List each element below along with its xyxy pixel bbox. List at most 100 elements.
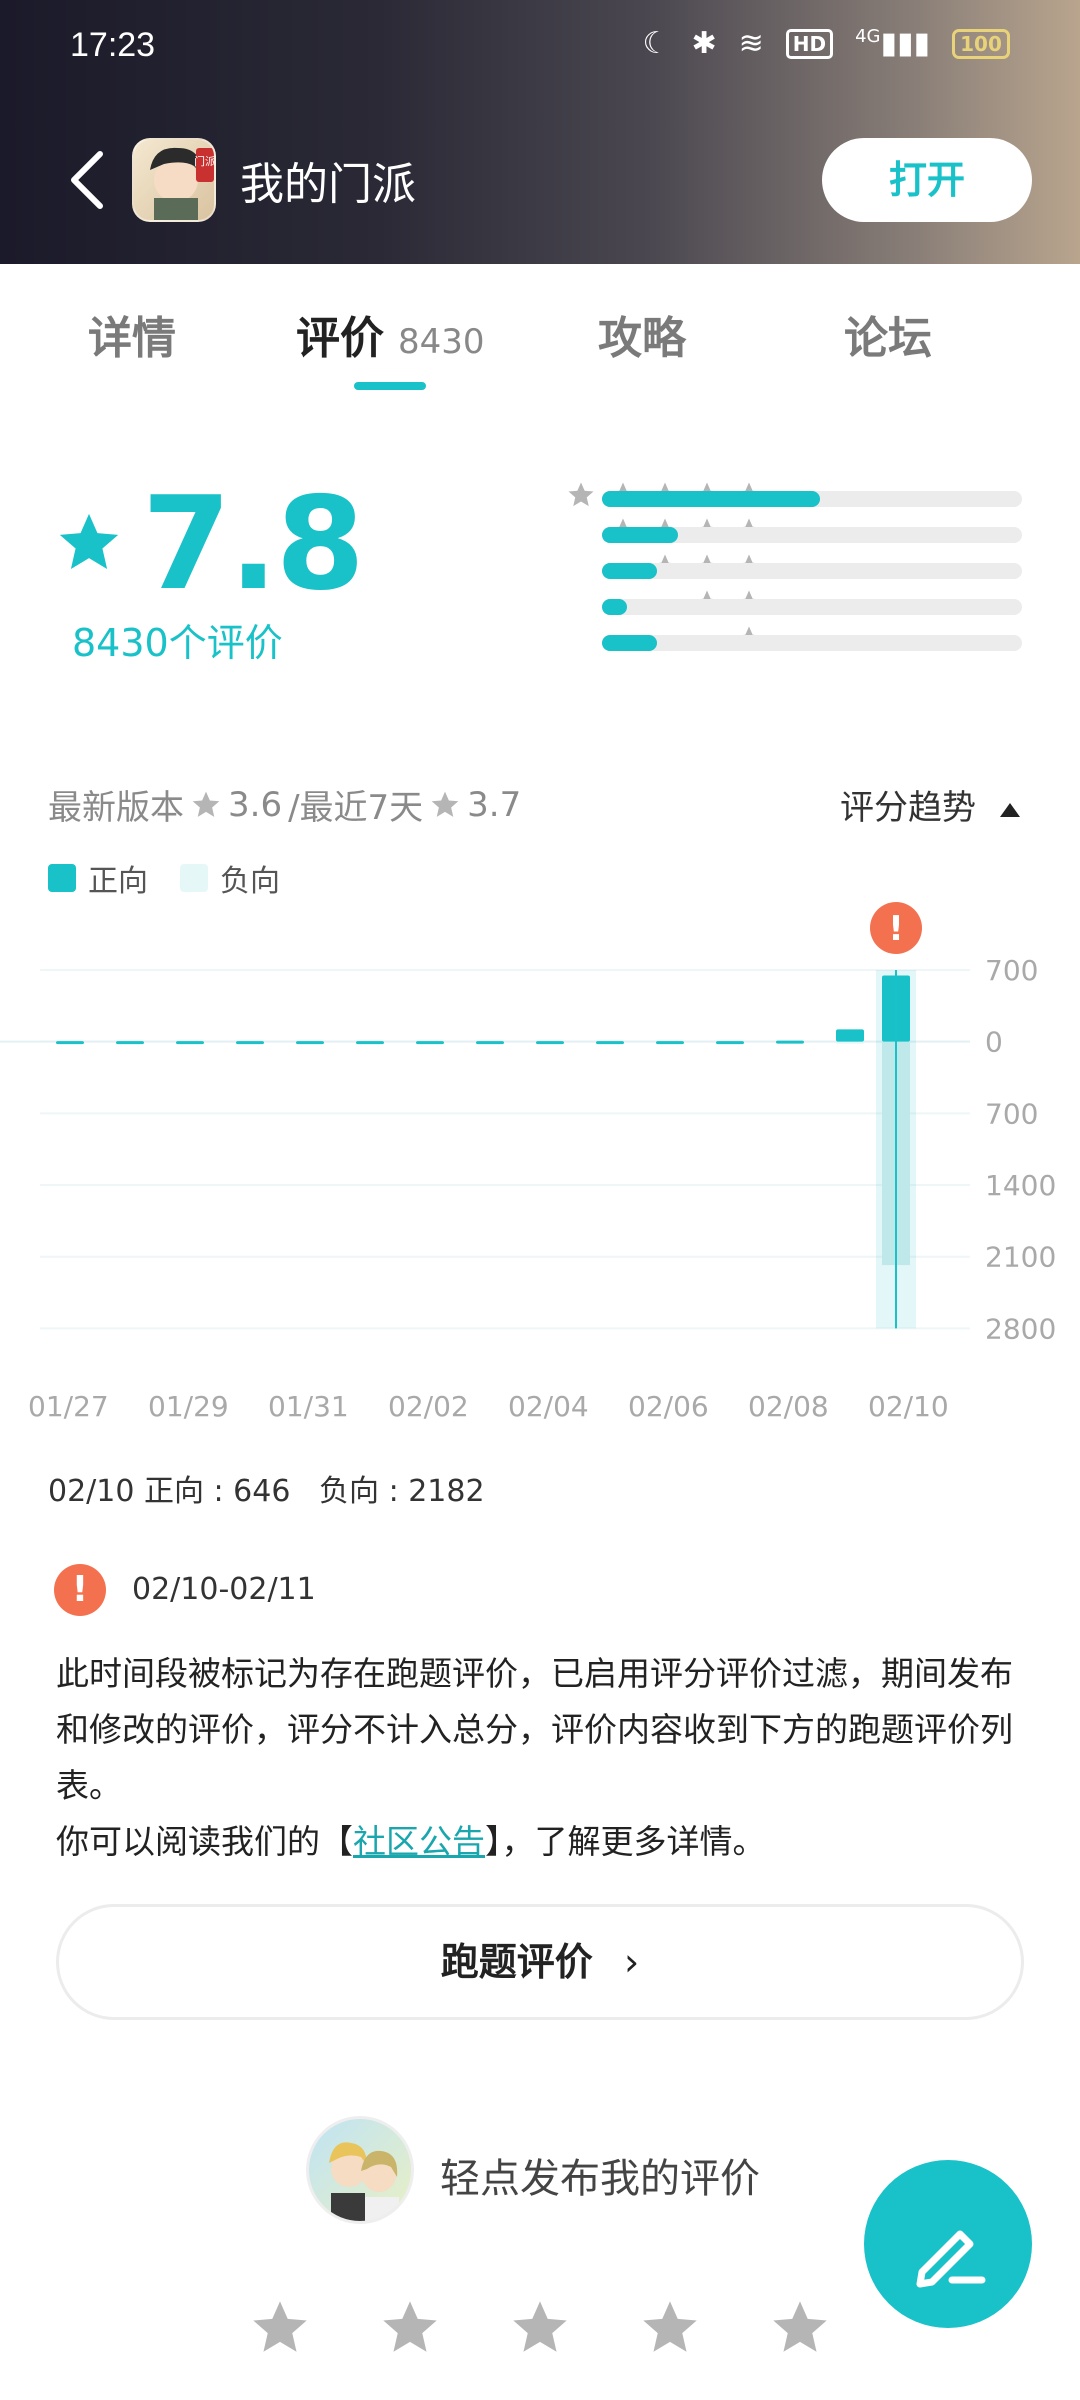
recent-score: 3.7 <box>467 784 522 825</box>
app-header: 17:23 ☾ ✱ ≋ HD 4G▮▮▮ 100 门派 我的门派 打开 <box>0 0 1080 264</box>
tab-bar: 详情 评价 8430 攻略 论坛 <box>0 264 1080 394</box>
status-icons: ☾ ✱ ≋ HD 4G▮▮▮ 100 <box>643 26 1010 61</box>
status-time: 17:23 <box>70 26 156 64</box>
notice-link-prefix: 你可以阅读我们的【 <box>56 1822 353 1861</box>
rate-star-4-icon[interactable] <box>638 2296 702 2360</box>
app-icon-text: 门派 <box>194 154 216 168</box>
tab-forum[interactable]: 论坛 <box>844 302 932 366</box>
positive-bar <box>116 1041 144 1045</box>
tab-reviews-label: 评价 <box>296 313 384 364</box>
y-tick-label: 700 <box>985 954 1038 987</box>
positive-bar <box>56 1041 84 1045</box>
score-star-icon <box>59 513 119 569</box>
rating-count: 8430个评价 <box>72 621 283 665</box>
distribution-bar-fill <box>602 527 678 543</box>
moon-icon: ☾ <box>642 26 670 61</box>
legend-positive-label: 正向 <box>88 864 148 899</box>
community-announcement-link[interactable]: 社区公告 <box>353 1822 485 1861</box>
distribution-bar <box>602 491 1022 507</box>
positive-bar <box>656 1041 684 1045</box>
positive-bar <box>536 1041 564 1045</box>
x-tick-label: 02/02 <box>388 1390 469 1420</box>
tab-reviews-count: 8430 <box>398 322 485 362</box>
x-tick-label: 01/27 <box>28 1390 109 1420</box>
trend-label: 评分趋势 <box>840 788 976 828</box>
status-bar: 17:23 ☾ ✱ ≋ HD 4G▮▮▮ 100 <box>0 0 1080 96</box>
tab-reviews[interactable]: 评价 8430 <box>296 302 485 366</box>
positive-bar <box>416 1041 444 1045</box>
rating-trend-toggle[interactable]: 评分趋势 <box>840 780 1020 829</box>
positive-bar <box>356 1041 384 1045</box>
positive-bar <box>476 1041 504 1045</box>
y-tick-label: 2800 <box>985 1312 1056 1345</box>
y-tick-label: 0 <box>985 1026 1003 1059</box>
app-icon: 门派 <box>132 138 216 222</box>
rate-star-1-icon[interactable] <box>248 2296 312 2360</box>
distribution-bar-fill <box>602 491 821 507</box>
notice-link-suffix: 】，了解更多详情。 <box>485 1822 766 1861</box>
write-review-button[interactable] <box>864 2160 1032 2328</box>
avatar <box>306 2116 414 2224</box>
negative-bar <box>836 1041 864 1044</box>
legend-positive-swatch <box>48 864 76 892</box>
distribution-row-1-star <box>380 624 1022 660</box>
rate-star-3-icon[interactable] <box>508 2296 572 2360</box>
chart-legend: 正向 负向 <box>48 856 280 900</box>
notice-text: 此时间段被标记为存在跑题评价，已启用评分评价过滤，期间发布和修改的评价，评分不计… <box>56 1646 1036 1870</box>
tab-details[interactable]: 详情 <box>88 302 176 366</box>
positive-bar <box>716 1041 744 1045</box>
compose-review-prompt[interactable]: 轻点发布我的评价 <box>440 2146 760 2204</box>
y-tick-label: 1400 <box>985 1169 1056 1202</box>
version-scores: 最新版本 3.6 /最近7天 3.7 <box>48 780 521 829</box>
open-button[interactable]: 打开 <box>822 138 1032 222</box>
distribution-row-5-star <box>380 480 1022 516</box>
x-tick-label: 02/06 <box>628 1390 709 1420</box>
latest-version-label: 最新版本 <box>48 788 184 828</box>
rate-star-2-icon[interactable] <box>378 2296 442 2360</box>
y-tick-label: 700 <box>985 1097 1038 1130</box>
small-star-icon <box>568 482 594 507</box>
offtopic-reviews-label: 跑题评价 <box>440 1940 593 1984</box>
pen-icon <box>916 2230 986 2288</box>
rating-trend-chart[interactable]: 700 0 700 1400 2100 2800! 01/27 01/29 01/31 02/02… <box>0 900 1080 1420</box>
distribution-bar-fill <box>602 635 657 651</box>
caret-up-icon <box>1000 802 1020 817</box>
positive-bar <box>836 1029 864 1042</box>
distribution-row-4-star <box>380 516 1022 552</box>
distribution-bar <box>602 635 1022 651</box>
notice-date-range: 02/10-02/11 <box>132 1572 316 1607</box>
offtopic-reviews-button[interactable]: 跑题评价 › <box>56 1904 1024 2020</box>
rate-star-5-icon[interactable] <box>768 2296 832 2360</box>
tab-guides[interactable]: 攻略 <box>598 302 686 366</box>
average-score: 7.8 <box>142 470 365 619</box>
y-tick-label: 2100 <box>985 1241 1056 1274</box>
distribution-row-2-star <box>380 588 1022 624</box>
legend-negative-swatch <box>180 864 208 892</box>
tab-active-indicator <box>354 382 426 390</box>
chevron-right-icon: › <box>624 1940 640 1984</box>
wifi-icon: ≋ <box>738 26 764 61</box>
distribution-bar <box>602 527 1022 543</box>
x-tick-label: 01/29 <box>148 1390 229 1420</box>
app-title: 我的门派 <box>240 159 416 210</box>
flag-warning-mark: ! <box>888 909 904 949</box>
warning-icon: ! <box>54 1564 106 1616</box>
recent-label: /最近7天 <box>288 788 424 828</box>
positive-bar <box>236 1041 264 1045</box>
x-tick-label: 01/31 <box>268 1390 349 1420</box>
distribution-bar <box>602 563 1022 579</box>
x-tick-label: 02/04 <box>508 1390 589 1420</box>
distribution-bar <box>602 599 1022 615</box>
back-arrow-icon[interactable] <box>64 148 108 212</box>
positive-bar <box>176 1041 204 1045</box>
battery-icon: 100 <box>952 28 1010 59</box>
positive-bar <box>296 1041 324 1045</box>
signal-icon: 4G▮▮▮ <box>855 26 930 61</box>
positive-bar <box>776 1040 804 1044</box>
x-tick-label: 02/10 <box>868 1390 949 1420</box>
x-tick-label: 02/08 <box>748 1390 829 1420</box>
bluetooth-icon: ✱ <box>691 26 717 61</box>
distribution-bar-fill <box>602 563 657 579</box>
distribution-bar-fill <box>602 599 628 615</box>
rate-stars <box>248 2296 832 2360</box>
